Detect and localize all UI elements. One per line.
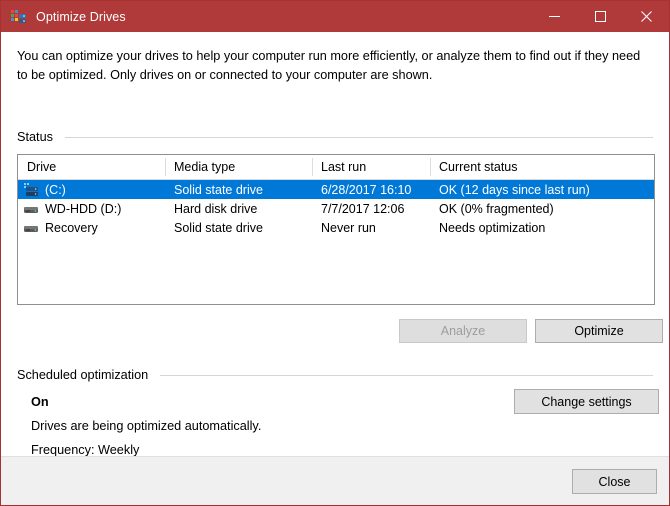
title-bar: Optimize Drives — [1, 1, 669, 32]
hard-drive-icon — [23, 201, 39, 217]
cell-drive: (C:) — [18, 180, 165, 199]
system-drive-icon — [23, 182, 39, 198]
cell-last-run: Never run — [321, 220, 376, 235]
cell-current-status: OK (12 days since last run) — [439, 182, 590, 197]
column-header-current-status[interactable]: Current status — [430, 155, 654, 179]
cell-drive: Recovery — [18, 218, 165, 237]
status-group-rule — [64, 136, 653, 138]
cell-drive-label: Recovery — [45, 220, 98, 235]
dialog-footer: Close — [1, 456, 669, 505]
scheduled-group-header: Scheduled optimization — [17, 368, 653, 382]
schedule-state: On — [31, 395, 49, 409]
optimize-drives-window: Optimize Drives You can optimize your dr… — [0, 0, 670, 506]
cell-last-run: 7/7/2017 12:06 — [321, 201, 405, 216]
dialog-content: You can optimize your drives to help you… — [1, 32, 669, 457]
cell-media-type: Hard disk drive — [174, 201, 258, 216]
cell-current-status: Needs optimization — [439, 220, 546, 235]
maximize-button[interactable] — [577, 1, 623, 32]
close-button[interactable] — [623, 1, 669, 32]
drives-list-body: (C:) Solid state drive 6/28/2017 16:10 O… — [18, 180, 654, 237]
hard-drive-icon — [23, 220, 39, 236]
caption-buttons — [531, 1, 669, 32]
status-group-header: Status — [17, 130, 653, 144]
schedule-description: Drives are being optimized automatically… — [31, 419, 262, 433]
table-row[interactable]: WD-HDD (D:) Hard disk drive 7/7/2017 12:… — [18, 199, 654, 218]
scheduled-group-label: Scheduled optimization — [17, 368, 149, 382]
drives-list[interactable]: Drive Media type Last run Current status — [17, 154, 655, 305]
cell-drive-label: (C:) — [45, 182, 66, 197]
cell-last-run: 6/28/2017 16:10 — [321, 182, 412, 197]
column-header-last-run[interactable]: Last run — [312, 155, 430, 179]
cell-current-status: OK (0% fragmented) — [439, 201, 554, 216]
close-dialog-button[interactable]: Close — [572, 469, 657, 494]
window-title: Optimize Drives — [36, 9, 126, 24]
column-header-media-type[interactable]: Media type — [165, 155, 312, 179]
table-row[interactable]: Recovery Solid state drive Never run Nee… — [18, 218, 654, 237]
schedule-frequency: Frequency: Weekly — [31, 443, 140, 457]
cell-drive: WD-HDD (D:) — [18, 199, 165, 218]
cell-media-type: Solid state drive — [174, 182, 263, 197]
analyze-button[interactable]: Analyze — [399, 319, 527, 343]
column-header-drive[interactable]: Drive — [18, 155, 165, 179]
scheduled-group-rule — [160, 374, 653, 376]
table-row[interactable]: (C:) Solid state drive 6/28/2017 16:10 O… — [18, 180, 654, 199]
drives-list-header: Drive Media type Last run Current status — [18, 155, 654, 180]
change-settings-button[interactable]: Change settings — [514, 389, 659, 414]
cell-media-type: Solid state drive — [174, 220, 263, 235]
cell-drive-label: WD-HDD (D:) — [45, 201, 122, 216]
status-group-label: Status — [17, 130, 53, 144]
minimize-button[interactable] — [531, 1, 577, 32]
intro-text: You can optimize your drives to help you… — [17, 49, 641, 82]
optimize-button[interactable]: Optimize — [535, 319, 663, 343]
defragmenter-icon — [11, 9, 27, 25]
